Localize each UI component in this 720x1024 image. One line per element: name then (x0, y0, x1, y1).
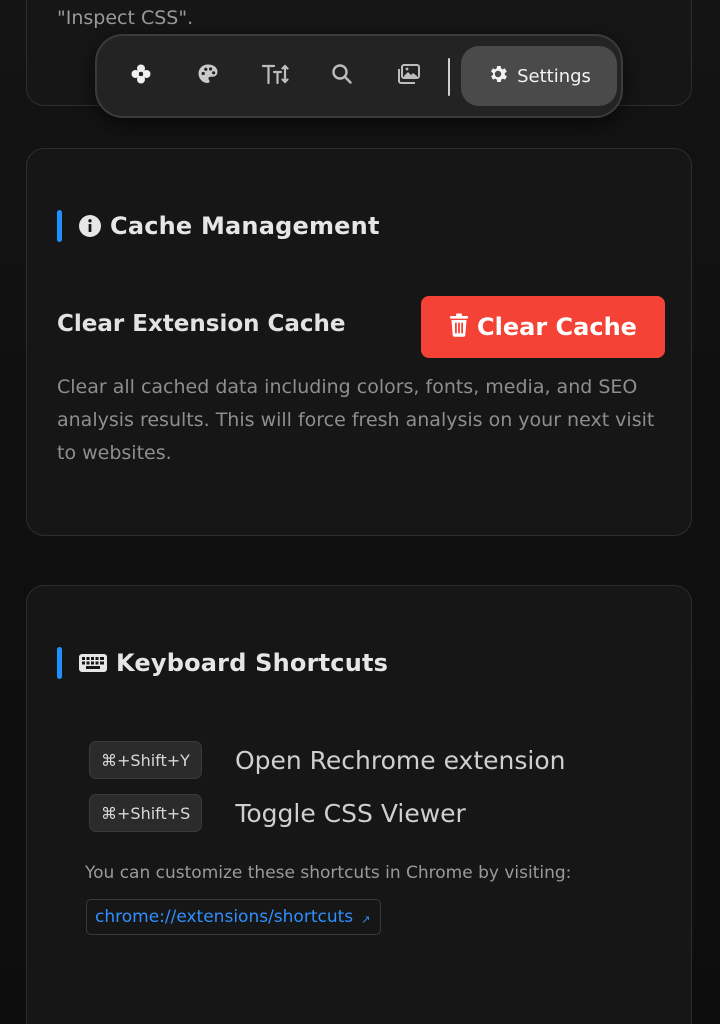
settings-button-label: Settings (517, 65, 591, 87)
palette-button[interactable] (188, 56, 228, 96)
shortcut-row: ⌘+Shift+Y Open Rechrome extension (89, 741, 565, 779)
media-icon (396, 62, 422, 90)
shortcut-description: Toggle CSS Viewer (235, 798, 466, 828)
shortcuts-section-header: Keyboard Shortcuts (57, 647, 388, 679)
media-button[interactable] (389, 56, 429, 96)
clear-cache-button[interactable]: Clear Cache (421, 296, 665, 358)
chrome-shortcuts-link-label: chrome://extensions/shortcuts (95, 907, 354, 927)
search-icon (330, 62, 354, 90)
info-icon (78, 214, 102, 238)
trash-icon (449, 313, 469, 341)
previous-card-text: "Inspect CSS". (57, 7, 194, 29)
keyboard-shortcuts-card: Keyboard Shortcuts ⌘+Shift+Y Open Rechro… (26, 585, 692, 1024)
cache-description: Clear all cached data including colors, … (57, 376, 655, 464)
accent-bar (57, 210, 62, 242)
text-size-icon (261, 62, 289, 90)
text-size-button[interactable] (255, 56, 295, 96)
cache-section-header: Cache Management (57, 210, 380, 242)
settings-page: "Inspect CSS". Settings Cache Management… (0, 0, 720, 1024)
floating-toolbar: Settings (95, 34, 623, 118)
customize-shortcuts-text: You can customize these shortcuts in Chr… (85, 863, 572, 883)
cache-section-title: Cache Management (110, 212, 380, 240)
search-button[interactable] (322, 56, 362, 96)
keyboard-icon (78, 652, 108, 674)
palette-icon (196, 62, 220, 90)
settings-button[interactable]: Settings (461, 46, 617, 106)
shortcut-keys: ⌘+Shift+Y (89, 741, 202, 779)
external-link-icon: ↗ (361, 912, 371, 926)
shortcut-keys: ⌘+Shift+S (89, 794, 203, 832)
gear-icon (487, 63, 509, 89)
shortcuts-section-title: Keyboard Shortcuts (116, 649, 389, 677)
shortcut-description: Open Rechrome extension (234, 745, 566, 775)
clear-cache-button-label: Clear Cache (477, 313, 637, 341)
shortcut-row: ⌘+Shift+S Toggle CSS Viewer (89, 794, 466, 832)
chrome-shortcuts-link[interactable]: chrome://extensions/shortcuts ↗ (86, 899, 382, 935)
toolbar-divider (448, 58, 450, 96)
clear-extension-cache-label: Clear Extension Cache (57, 311, 346, 337)
accent-bar (57, 647, 62, 679)
cache-management-card: Cache Management Clear Extension Cache C… (26, 148, 692, 536)
flower-icon (129, 62, 153, 90)
flower-icon-button[interactable] (121, 56, 161, 96)
